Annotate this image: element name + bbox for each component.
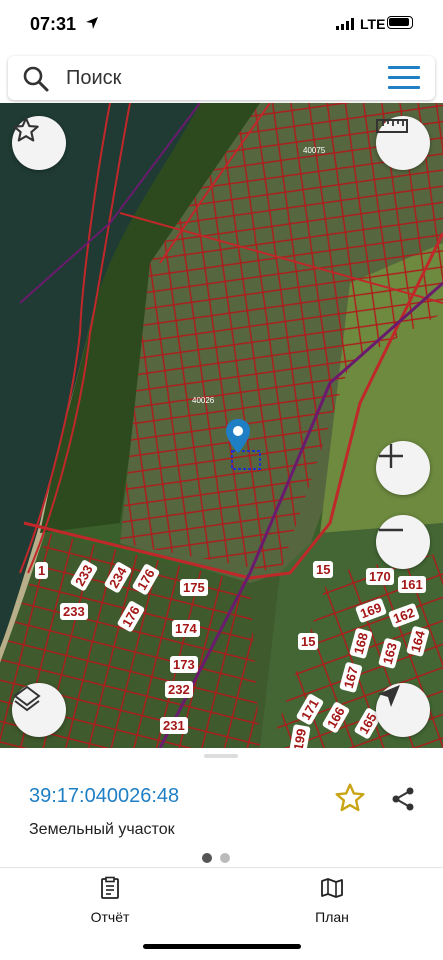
page-indicator bbox=[202, 850, 238, 868]
status-time: 07:31 bbox=[30, 14, 77, 34]
tab-label: План bbox=[315, 909, 349, 925]
network-type: LTE bbox=[360, 16, 386, 32]
parcel-label[interactable]: 174 bbox=[172, 620, 200, 637]
quarter-label: 40075 bbox=[303, 146, 326, 155]
map-plan-icon bbox=[321, 878, 343, 898]
status-bar: 07:31 LTE bbox=[0, 0, 443, 50]
star-outline-icon bbox=[335, 783, 365, 812]
share-button[interactable] bbox=[389, 785, 417, 818]
page-dot bbox=[220, 853, 230, 863]
parcel-label[interactable]: 199 bbox=[289, 724, 311, 748]
report-icon bbox=[101, 876, 119, 899]
navigation-arrow-icon bbox=[378, 685, 400, 707]
layers-button[interactable] bbox=[12, 683, 66, 737]
minus-icon bbox=[379, 528, 403, 532]
layers-icon bbox=[13, 685, 41, 712]
parcel-label[interactable]: 233 bbox=[60, 603, 88, 620]
search-icon bbox=[23, 66, 49, 92]
tab-label: Отчёт bbox=[90, 909, 130, 925]
parcel-label[interactable]: 173 bbox=[170, 656, 198, 673]
map-canvas bbox=[0, 103, 443, 748]
tab-divider bbox=[0, 867, 443, 868]
home-indicator bbox=[143, 944, 301, 949]
plus-icon bbox=[379, 444, 403, 468]
satellite-map[interactable]: 40075 40026 1 233 234 176 175 233 176 17… bbox=[0, 103, 443, 748]
parcel-label[interactable]: 15 bbox=[313, 561, 334, 578]
parcel-label[interactable]: 161 bbox=[398, 576, 426, 593]
parcel-type: Земельный участок bbox=[29, 821, 175, 838]
battery-icon bbox=[387, 16, 413, 29]
parcel-label[interactable]: 232 bbox=[165, 681, 193, 698]
ruler-button[interactable] bbox=[376, 116, 430, 170]
favorites-button[interactable] bbox=[12, 116, 66, 170]
zoom-out-button[interactable] bbox=[376, 515, 430, 569]
location-pin-icon[interactable] bbox=[226, 419, 250, 453]
menu-icon[interactable] bbox=[388, 66, 420, 90]
sheet-handle[interactable] bbox=[204, 754, 238, 758]
share-icon bbox=[392, 787, 414, 811]
add-favorite-button[interactable] bbox=[334, 782, 366, 819]
ruler-icon bbox=[376, 119, 408, 133]
cadastral-number[interactable]: 39:17:040026:48 bbox=[29, 785, 179, 808]
page-dot-active bbox=[202, 853, 212, 863]
tab-report[interactable]: Отчёт bbox=[60, 876, 160, 925]
parcel-label[interactable]: 170 bbox=[366, 568, 394, 585]
search-input[interactable]: Поиск bbox=[66, 67, 121, 90]
zoom-in-button[interactable] bbox=[376, 441, 430, 495]
tab-plan[interactable]: План bbox=[282, 876, 382, 925]
quarter-label: 40026 bbox=[192, 396, 215, 405]
parcel-label[interactable]: 15 bbox=[298, 633, 319, 650]
star-outline-icon bbox=[13, 117, 39, 142]
signal-icon bbox=[336, 18, 354, 30]
parcel-label[interactable]: 175 bbox=[180, 579, 208, 596]
search-bar[interactable]: Поиск bbox=[8, 56, 435, 100]
parcel-label[interactable]: 231 bbox=[160, 717, 188, 734]
parcel-label[interactable]: 1 bbox=[35, 562, 49, 579]
location-arrow-icon bbox=[86, 17, 98, 29]
my-location-button[interactable] bbox=[376, 683, 430, 737]
